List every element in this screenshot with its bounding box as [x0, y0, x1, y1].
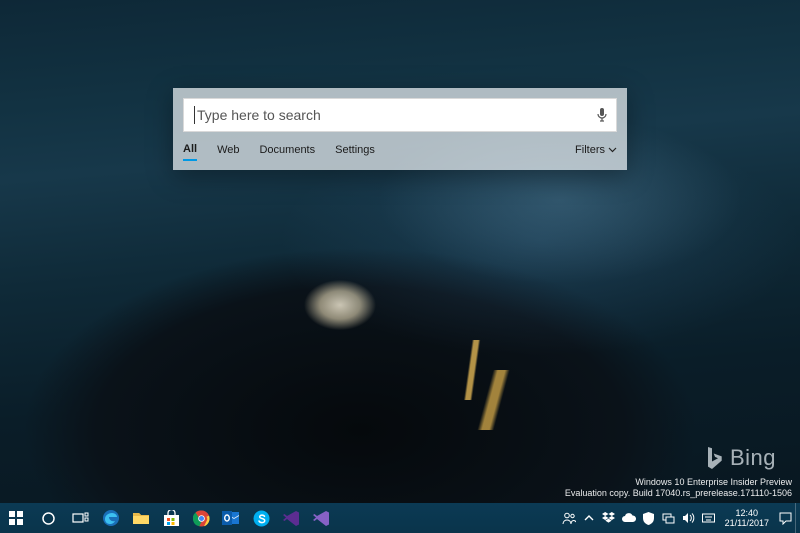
keyboard-icon: [702, 512, 715, 524]
desktop-wallpaper: All Web Documents Settings Filters Bing …: [0, 0, 800, 533]
folder-icon: [132, 510, 150, 526]
dropbox-icon: [602, 512, 615, 524]
edge-icon: [102, 509, 120, 527]
taskbar-clock[interactable]: 12:40 21/11/2017: [719, 508, 775, 529]
clock-date: 21/11/2017: [725, 518, 769, 528]
taskbar-app-vscode[interactable]: [276, 503, 306, 533]
shield-icon: [643, 512, 654, 525]
notification-icon: [779, 512, 792, 525]
volume-icon: [682, 512, 695, 524]
search-box[interactable]: [183, 98, 617, 132]
start-button[interactable]: [0, 503, 32, 533]
watermark-line2: Evaluation copy. Build 17040.rs_prerelea…: [565, 488, 792, 499]
tray-onedrive[interactable]: [619, 503, 639, 533]
watermark-line1: Windows 10 Enterprise Insider Preview: [565, 477, 792, 488]
chevron-down-icon: [608, 147, 617, 153]
taskbar-left: [0, 503, 336, 533]
tray-input-indicator[interactable]: [699, 503, 719, 533]
taskbar-app-skype[interactable]: [246, 503, 276, 533]
taskview-button[interactable]: [64, 503, 96, 533]
taskbar-app-visual-studio[interactable]: [306, 503, 336, 533]
filters-label: Filters: [575, 144, 605, 156]
bing-label: Bing: [730, 445, 776, 471]
tab-web[interactable]: Web: [217, 144, 239, 160]
tab-settings[interactable]: Settings: [335, 144, 375, 160]
taskbar: 12:40 21/11/2017: [0, 503, 800, 533]
microphone-icon[interactable]: [588, 107, 616, 123]
cloud-icon: [621, 513, 636, 523]
taskbar-app-outlook[interactable]: [216, 503, 246, 533]
tab-documents[interactable]: Documents: [259, 144, 315, 160]
taskbar-app-file-explorer[interactable]: [126, 503, 156, 533]
vscode-icon: [283, 510, 300, 527]
people-button[interactable]: [559, 503, 579, 533]
build-watermark: Windows 10 Enterprise Insider Preview Ev…: [565, 477, 792, 500]
wifi-icon: [662, 512, 675, 524]
tray-overflow[interactable]: [579, 503, 599, 533]
action-center-button[interactable]: [775, 503, 795, 533]
show-desktop-button[interactable]: [795, 503, 800, 533]
search-input[interactable]: [195, 99, 588, 131]
taskview-icon: [72, 512, 89, 525]
chevron-up-icon: [584, 514, 594, 522]
skype-icon: [253, 510, 270, 527]
tray-dropbox[interactable]: [599, 503, 619, 533]
store-icon: [163, 510, 180, 527]
taskbar-right: 12:40 21/11/2017: [559, 503, 800, 533]
tray-volume[interactable]: [679, 503, 699, 533]
search-panel: All Web Documents Settings Filters: [173, 88, 627, 170]
outlook-icon: [222, 510, 240, 526]
cortana-icon: [41, 511, 56, 526]
search-tabs: All Web Documents Settings Filters: [183, 140, 617, 164]
bing-b-icon: [704, 445, 724, 471]
taskbar-app-edge[interactable]: [96, 503, 126, 533]
tray-network[interactable]: [659, 503, 679, 533]
tab-all[interactable]: All: [183, 143, 197, 161]
tray-antivirus[interactable]: [639, 503, 659, 533]
chrome-icon: [193, 510, 210, 527]
windows-icon: [9, 511, 23, 525]
clock-time: 12:40: [725, 508, 769, 518]
people-icon: [562, 511, 576, 525]
taskbar-app-chrome[interactable]: [186, 503, 216, 533]
taskbar-app-store[interactable]: [156, 503, 186, 533]
filters-dropdown[interactable]: Filters: [575, 144, 617, 160]
visual-studio-icon: [313, 510, 330, 527]
bing-logo: Bing: [704, 445, 776, 471]
cortana-button[interactable]: [32, 503, 64, 533]
